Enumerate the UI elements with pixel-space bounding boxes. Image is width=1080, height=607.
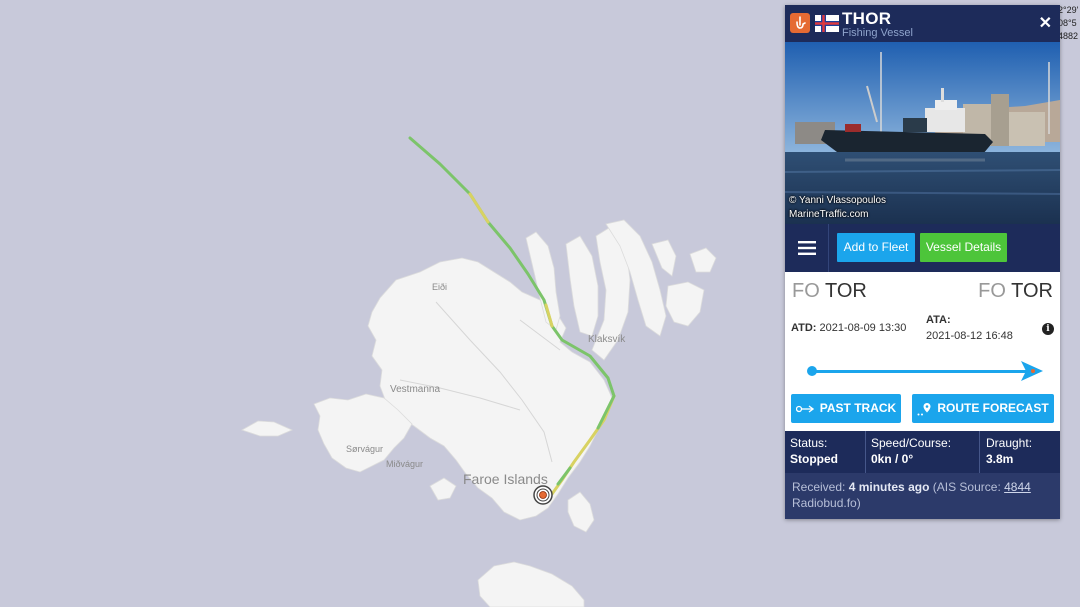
voyage-destination-marker — [1031, 369, 1035, 373]
past-track-button[interactable]: PAST TRACK — [791, 394, 901, 423]
ais-source-name: Radiobud.fo) — [792, 496, 861, 510]
past-track-label: PAST TRACK — [819, 401, 897, 415]
draught-value: 3.8m — [986, 452, 1014, 466]
map-label-klaksvik: Klaksvík — [588, 334, 626, 345]
speed-course-field: Speed/Course: 0kn / 0° — [865, 431, 979, 473]
arrival-country: FO — [978, 280, 1006, 302]
coord-line-2: 08°5 — [1058, 18, 1077, 28]
info-icon[interactable]: i — [1042, 323, 1054, 335]
photo-credit: © Yanni Vlassopoulos MarineTraffic.com — [789, 195, 887, 220]
ata-label: ATA: — [926, 314, 951, 326]
ata-value: 2021-08-12 16:48 — [926, 330, 1013, 342]
add-to-fleet-button[interactable]: Add to Fleet — [837, 233, 915, 262]
map-label-vestmanna: Vestmanna — [390, 384, 440, 395]
coordinate-readout: 2°29' 08°5 4882 — [1058, 4, 1078, 43]
atd-label: ATD: — [791, 322, 817, 334]
route-forecast-icon — [917, 402, 931, 415]
vessel-status-bar: Status: Stopped Speed/Course: 0kn / 0° D… — [785, 431, 1060, 473]
vessel-info-panel: THOR Fishing Vessel ✕ © Yanni Vlassopoul… — [785, 5, 1060, 519]
vessel-type: Fishing Vessel — [842, 27, 913, 39]
map-label-country: Faroe Islands — [463, 471, 548, 487]
panel-actions: Add to Fleet Vessel Details — [785, 224, 1060, 272]
draught-field: Draught: 3.8m — [979, 431, 1060, 473]
departure-port[interactable]: FO TOR — [792, 280, 867, 303]
atd-field: ATD: 2021-08-09 13:30 — [791, 322, 906, 334]
coord-line-1: 2°29' — [1058, 5, 1079, 15]
voyage-ports: FO TOR FO TOR — [785, 280, 1060, 306]
map-label-eidi: Eiði — [432, 282, 447, 292]
vessel-name: THOR — [842, 9, 892, 28]
vessel-photo[interactable]: © Yanni Vlassopoulos MarineTraffic.com — [785, 42, 1060, 224]
vessel-details-button[interactable]: Vessel Details — [920, 233, 1007, 262]
vessel-marker-icon[interactable] — [533, 485, 553, 505]
ais-source-link[interactable]: 4844 — [1004, 480, 1031, 494]
arrival-port-code: TOR — [1011, 280, 1053, 302]
past-track-icon — [795, 404, 814, 413]
menu-icon[interactable] — [785, 224, 829, 272]
arrival-port[interactable]: FO TOR — [978, 280, 1053, 303]
departure-port-code: TOR — [824, 280, 867, 302]
status-value: Stopped — [790, 452, 838, 466]
route-forecast-button[interactable]: ROUTE FORECAST — [912, 394, 1054, 423]
coord-line-3: 4882 — [1058, 31, 1079, 41]
route-forecast-label: ROUTE FORECAST — [937, 401, 1049, 415]
received-info: Received: 4 minutes ago (AIS Source: 484… — [785, 473, 1060, 519]
faroe-islands-flag-icon — [815, 15, 839, 32]
voyage-progress-line — [812, 370, 1031, 373]
map-label-midvagur: Miðvágur — [386, 459, 423, 469]
speed-course-value: 0kn / 0° — [871, 452, 914, 466]
status-field: Status: Stopped — [790, 431, 864, 473]
track-buttons: PAST TRACK ROUTE FORECAST — [785, 394, 1060, 434]
received-age: 4 minutes ago — [848, 480, 930, 494]
voyage-progress-bar — [785, 352, 1060, 390]
departure-country: FO — [792, 280, 820, 302]
panel-header: THOR Fishing Vessel ✕ — [785, 5, 1060, 42]
fishing-vessel-type-icon — [790, 13, 810, 33]
voyage-times: ATD: 2021-08-09 13:30 ATA: 2021-08-12 16… — [785, 312, 1060, 352]
atd-value: 2021-08-09 13:30 — [819, 322, 907, 334]
map-label-sorvagur: Sørvágur — [346, 444, 383, 454]
close-icon[interactable]: ✕ — [1039, 13, 1052, 33]
